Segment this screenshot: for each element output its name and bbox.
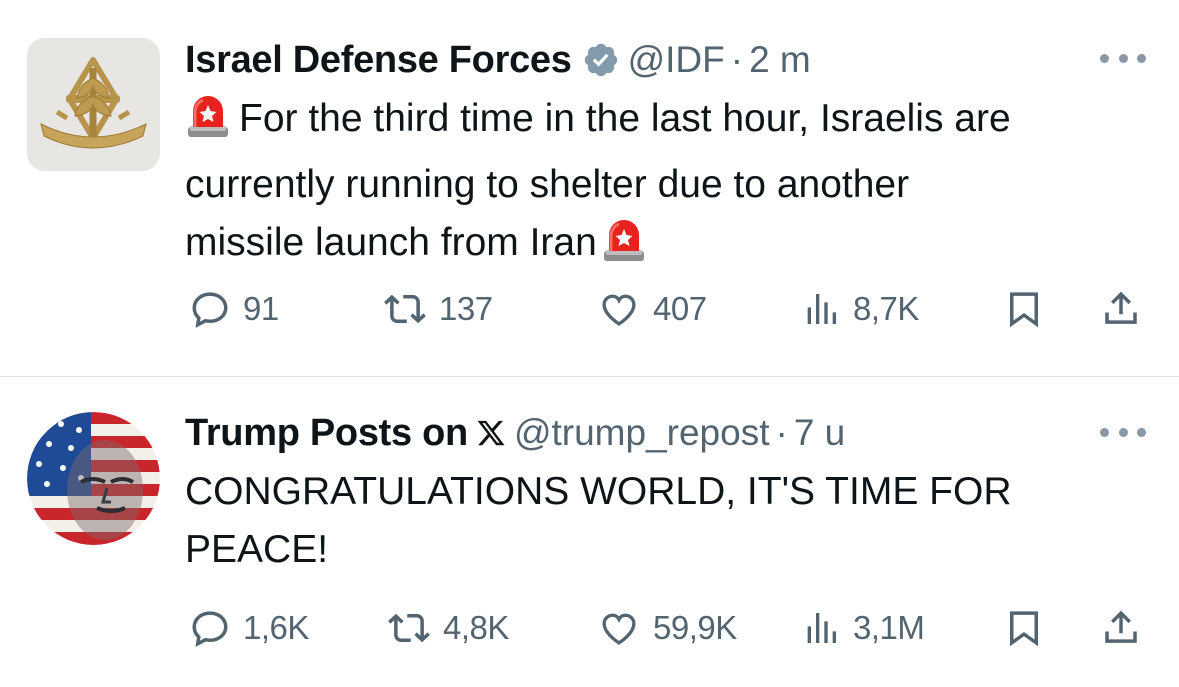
bookmark-button[interactable] [1003,603,1045,653]
verified-badge-icon [582,41,620,79]
avatar-idf[interactable] [27,38,160,171]
display-name[interactable]: Israel Defense Forces [185,39,572,82]
handle[interactable]: @IDF [628,39,725,81]
share-icon [1105,291,1137,324]
reply-icon [192,611,228,647]
repost-icon [384,294,426,324]
repost-count: 137 [439,290,493,327]
text-line: currently running to shelter due to anot… [185,156,1155,214]
separator: · [775,412,788,453]
tweet-text: For the third time in the last hour, Isr… [185,90,1155,280]
share-button[interactable] [1100,284,1142,334]
timestamp[interactable]: 7 u [794,412,845,454]
repost-count: 4,8K [443,609,509,646]
repost-button[interactable]: 4,8K [387,603,509,653]
bookmark-button[interactable] [1003,284,1045,334]
views-icon [807,613,836,643]
bookmark-icon [1010,611,1038,647]
reply-count: 1,6K [243,609,309,646]
tweet-trump-posts[interactable]: Trump Posts on @trump_repost · 7 u CONGR… [0,377,1179,687]
like-count: 59,9K [653,609,737,646]
repost-icon [388,613,430,643]
like-button[interactable]: 59,9K [597,603,737,653]
view-count: 3,1M [853,609,925,646]
tweet-actions: 91 137 407 8,7K [185,284,1145,334]
reply-count: 91 [243,290,279,327]
more-options-icon[interactable] [1100,425,1146,439]
text-line-3: missile launch from Iran [185,221,597,264]
share-button[interactable] [1100,603,1142,653]
text-line-2: currently running to shelter due to anot… [185,163,910,206]
repost-button[interactable]: 137 [383,284,493,334]
heart-icon [602,613,636,645]
reply-button[interactable]: 91 [189,284,279,334]
views-button[interactable]: 8,7K [801,284,919,334]
more-options-icon[interactable] [1100,51,1146,65]
heart-icon [602,294,636,326]
tweet-header: Trump Posts on @trump_repost · 7 u [185,411,845,455]
avatar-trump-posts[interactable] [27,412,160,545]
idf-emblem-icon [27,38,160,171]
x-logo-icon [476,418,506,448]
like-count: 407 [653,290,707,327]
bookmark-icon [1010,292,1038,328]
text-line-1: CONGRATULATIONS WORLD, IT'S TIME FOR [185,470,1012,513]
timestamp[interactable]: 2 m [749,39,811,81]
rotating-light-icon [185,93,231,156]
separator: · [730,39,744,80]
share-icon [1105,610,1137,643]
text-line-2: PEACE! [185,528,329,571]
rotating-light-icon [601,217,647,280]
tweet-idf[interactable]: Israel Defense Forces @IDF · 2 m For the… [0,0,1179,376]
text-line: For the third time in the last hour, Isr… [185,90,1155,156]
views-icon [807,294,836,324]
tweet-actions: 1,6K 4,8K 59,9K 3,1M [185,603,1145,653]
views-button[interactable]: 3,1M [801,603,925,653]
view-count: 8,7K [853,290,919,327]
display-name[interactable]: Trump Posts on [185,412,468,455]
text-line: missile launch from Iran [185,214,1155,280]
handle[interactable]: @trump_repost [514,412,770,454]
text-line-1: For the third time in the last hour, Isr… [239,97,1011,140]
reply-button[interactable]: 1,6K [189,603,309,653]
flag-face-avatar-icon [27,412,160,545]
tweet-text: CONGRATULATIONS WORLD, IT'S TIME FOR PEA… [185,463,1155,579]
reply-icon [192,292,228,328]
like-button[interactable]: 407 [597,284,707,334]
tweet-header: Israel Defense Forces @IDF · 2 m [185,38,811,82]
